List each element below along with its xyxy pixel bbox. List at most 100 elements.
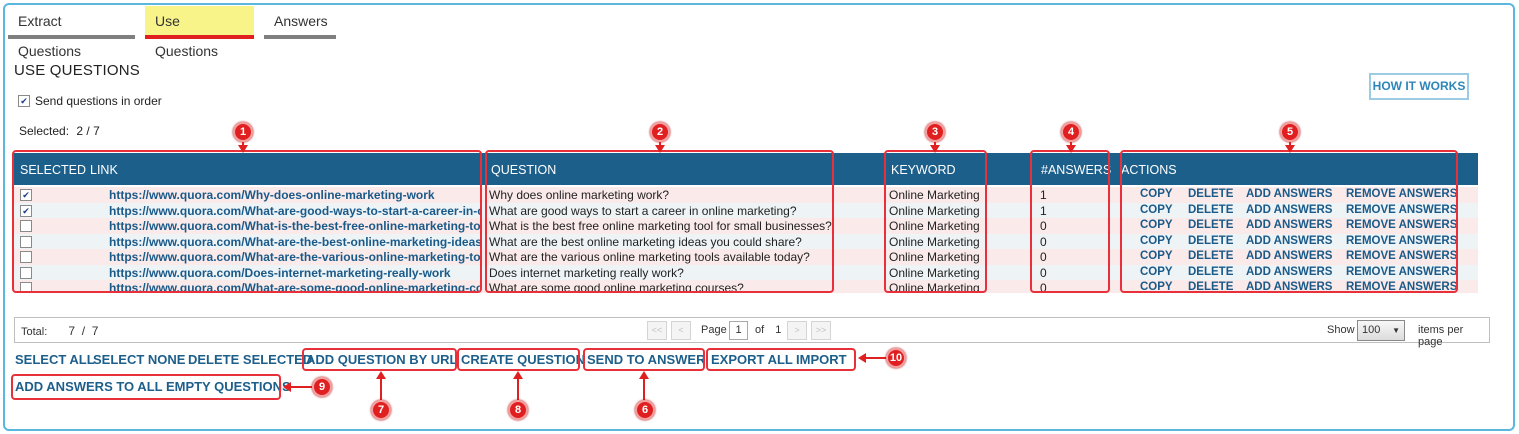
create-question-link[interactable]: CREATE QUESTION (461, 352, 585, 367)
delete-action[interactable]: DELETE (1188, 204, 1233, 216)
pager: Total: 7 / 7 << < Page 1 of 1 > >> Show … (14, 317, 1490, 348)
page-size-select[interactable]: 100 ▼ (1357, 320, 1405, 341)
answers-count: 0 (1040, 250, 1047, 264)
selected-count: Selected: 2 / 7 (19, 124, 100, 138)
page-label: Page (701, 324, 727, 336)
add-answers-action[interactable]: ADD ANSWERS (1246, 266, 1332, 278)
first-page-button[interactable]: << (647, 321, 667, 340)
column-link[interactable]: LINK (90, 163, 118, 177)
copy-action[interactable]: COPY (1140, 219, 1173, 231)
selected-label: Selected: (19, 124, 70, 138)
column-answers[interactable]: #ANSWERS (1041, 163, 1111, 177)
keyword-text: Online Marketing (889, 219, 980, 233)
copy-action[interactable]: COPY (1140, 281, 1173, 293)
annotation-arrow-9 (290, 386, 312, 388)
answers-count: 0 (1040, 219, 1047, 233)
delete-selected-link[interactable]: DELETE SELECTED (188, 352, 312, 367)
question-link[interactable]: https://www.quora.com/What-are-some-good… (109, 281, 481, 293)
annotation-badge-1: 1 (233, 122, 253, 142)
of-value: 1 (775, 324, 782, 336)
select-all-link[interactable]: SELECT ALL (15, 352, 95, 367)
delete-action[interactable]: DELETE (1188, 250, 1233, 262)
questions-grid: SELECTED LINK QUESTION KEYWORD #ANSWERS … (14, 153, 1478, 293)
row-select-cell[interactable] (20, 282, 32, 293)
delete-action[interactable]: DELETE (1188, 219, 1233, 231)
copy-action[interactable]: COPY (1140, 250, 1173, 262)
question-link[interactable]: https://www.quora.com/What-are-the-best-… (109, 235, 481, 249)
select-none-link[interactable]: SELECT NONE (93, 352, 185, 367)
send-in-order-option[interactable]: Send questions in order (18, 94, 162, 108)
remove-answers-action[interactable]: REMOVE ANSWERS (1346, 188, 1457, 200)
export-all-link[interactable]: EXPORT ALL (711, 352, 793, 367)
question-text: Why does online marketing work? (489, 188, 670, 202)
answers-count: 0 (1040, 234, 1047, 249)
question-link[interactable]: https://www.quora.com/What-are-the-vario… (109, 250, 481, 264)
delete-action[interactable]: DELETE (1188, 188, 1233, 200)
annotation-arrow-8 (517, 378, 519, 401)
row-checkbox[interactable] (20, 251, 32, 263)
keyword-text: Online Marketing (889, 203, 980, 218)
next-page-button[interactable]: > (787, 321, 807, 340)
column-selected[interactable]: SELECTED (20, 163, 86, 177)
prev-page-button[interactable]: < (671, 321, 691, 340)
last-page-button[interactable]: >> (811, 321, 831, 340)
import-link[interactable]: IMPORT (796, 352, 847, 367)
remove-answers-action[interactable]: REMOVE ANSWERS (1346, 250, 1457, 262)
row-checkbox[interactable] (20, 220, 32, 232)
row-checkbox[interactable] (20, 235, 32, 248)
how-it-works-button[interactable]: HOW IT WORKS (1369, 73, 1469, 100)
annotation-badge-9: 9 (312, 377, 332, 397)
annotation-badge-6: 6 (635, 400, 655, 420)
question-link[interactable]: https://www.quora.com/What-is-the-best-f… (109, 219, 481, 233)
row-checkbox[interactable] (20, 204, 32, 217)
delete-action[interactable]: DELETE (1188, 281, 1233, 293)
dropdown-arrow-icon: ▼ (1392, 326, 1400, 335)
add-answers-empty-link[interactable]: ADD ANSWERS TO ALL EMPTY QUESTIONS (15, 379, 291, 394)
show-label: Show (1327, 324, 1355, 336)
remove-answers-action[interactable]: REMOVE ANSWERS (1346, 235, 1457, 247)
add-answers-action[interactable]: ADD ANSWERS (1246, 281, 1332, 293)
question-link[interactable]: https://www.quora.com/Why-does-online-ma… (109, 188, 481, 202)
copy-action[interactable]: COPY (1140, 235, 1173, 247)
question-link[interactable]: https://www.quora.com/What-are-good-ways… (109, 204, 481, 218)
tab-use-questions[interactable]: Use Questions (145, 6, 254, 59)
remove-answers-action[interactable]: REMOVE ANSWERS (1346, 204, 1457, 216)
page-of: of 1 (755, 324, 781, 336)
tab-extract-questions[interactable]: Extract Questions (8, 6, 135, 59)
items-per-page-label: items per page (1418, 324, 1464, 348)
add-answers-action[interactable]: ADD ANSWERS (1246, 235, 1332, 247)
add-answers-action[interactable]: ADD ANSWERS (1246, 188, 1332, 200)
add-answers-action[interactable]: ADD ANSWERS (1246, 219, 1332, 231)
remove-answers-action[interactable]: REMOVE ANSWERS (1346, 219, 1457, 231)
annotation-arrow-10 (865, 357, 887, 359)
copy-action[interactable]: COPY (1140, 204, 1173, 216)
row-checkbox[interactable] (20, 189, 32, 201)
column-question[interactable]: QUESTION (491, 163, 556, 177)
send-in-order-label: Send questions in order (35, 94, 162, 108)
question-link[interactable]: https://www.quora.com/Does-internet-mark… (109, 266, 481, 280)
question-text: Does internet marketing really work? (489, 265, 684, 280)
page-number-input[interactable]: 1 (729, 321, 748, 340)
of-label: of (755, 324, 765, 336)
annotation-badge-5: 5 (1280, 122, 1300, 142)
remove-answers-action[interactable]: REMOVE ANSWERS (1346, 281, 1457, 293)
selected-value: 2 / 7 (76, 124, 100, 138)
keyword-text: Online Marketing (889, 281, 980, 293)
send-in-order-checkbox[interactable] (18, 95, 30, 107)
row-checkbox[interactable] (20, 266, 32, 279)
column-keyword[interactable]: KEYWORD (891, 163, 956, 177)
tab-answers[interactable]: Answers (264, 6, 336, 39)
remove-answers-action[interactable]: REMOVE ANSWERS (1346, 266, 1457, 278)
table-row: https://www.quora.com/Why-does-online-ma… (14, 187, 1478, 203)
send-to-answer-link[interactable]: SEND TO ANSWER (587, 352, 705, 367)
add-answers-action[interactable]: ADD ANSWERS (1246, 250, 1332, 262)
row-checkbox[interactable] (20, 282, 32, 293)
delete-action[interactable]: DELETE (1188, 235, 1233, 247)
add-answers-action[interactable]: ADD ANSWERS (1246, 204, 1332, 216)
copy-action[interactable]: COPY (1140, 188, 1173, 200)
copy-action[interactable]: COPY (1140, 266, 1173, 278)
add-question-by-url-link[interactable]: ADD QUESTION BY URL (306, 352, 457, 367)
delete-action[interactable]: DELETE (1188, 266, 1233, 278)
keyword-text: Online Marketing (889, 250, 980, 264)
answers-count: 0 (1040, 281, 1047, 293)
